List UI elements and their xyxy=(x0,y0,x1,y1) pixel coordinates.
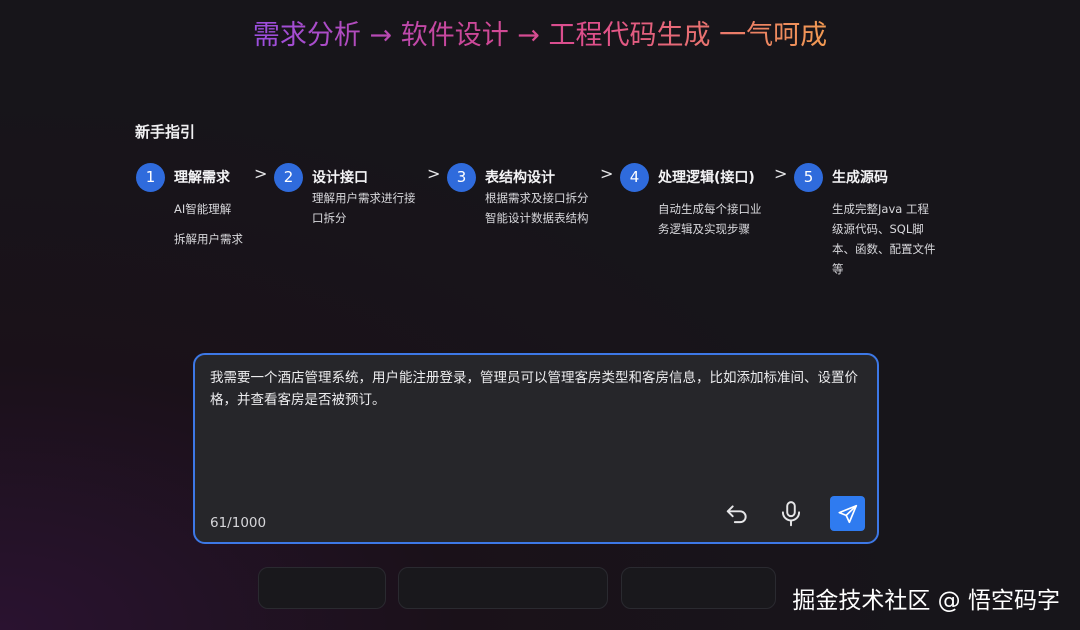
hero-title: 需求分析 → 软件设计 → 工程代码生成 一气呵成 xyxy=(252,20,828,51)
step-number-badge: 5 xyxy=(794,163,823,192)
character-counter: 61/1000 xyxy=(210,515,267,531)
microphone-button[interactable] xyxy=(774,497,808,531)
send-icon xyxy=(837,504,857,523)
step-title: 理解需求 xyxy=(174,170,230,186)
step-title: 表结构设计 xyxy=(485,170,555,186)
suggestion-chip[interactable] xyxy=(621,567,776,609)
undo-button[interactable] xyxy=(720,497,754,531)
undo-icon xyxy=(726,505,747,524)
step-description: 根据需求及接口拆分 智能设计数据表结构 xyxy=(485,191,589,225)
step-title: 生成源码 xyxy=(832,170,888,186)
step-number-badge: 2 xyxy=(274,163,303,192)
step-separator-chevron-icon: > xyxy=(774,164,788,183)
microphone-icon xyxy=(781,501,801,527)
suggestion-chip[interactable] xyxy=(258,567,386,609)
step-description: AI智能理解 拆解用户需求 xyxy=(174,202,243,246)
step-number-badge: 3 xyxy=(447,163,476,192)
step-description: 生成完整Java 工程 级源代码、SQL脚 本、函数、配置文件 等 xyxy=(832,202,936,276)
suggestion-chip[interactable] xyxy=(398,567,608,609)
step-title: 设计接口 xyxy=(312,170,368,186)
step-separator-chevron-icon: > xyxy=(600,164,614,183)
step-number-badge: 1 xyxy=(136,163,165,192)
step-description: 理解用户需求进行接 口拆分 xyxy=(312,191,416,225)
requirement-input-box[interactable]: 我需要一个酒店管理系统，用户能注册登录，管理员可以管理客房类型和客房信息，比如添… xyxy=(193,353,879,544)
step-description: 自动生成每个接口业 务逻辑及实现步骤 xyxy=(658,202,762,236)
send-button[interactable] xyxy=(830,496,865,531)
step-number-badge: 4 xyxy=(620,163,649,192)
step-separator-chevron-icon: > xyxy=(427,164,441,183)
requirement-input-text[interactable]: 我需要一个酒店管理系统，用户能注册登录，管理员可以管理客房类型和客房信息，比如添… xyxy=(210,367,865,411)
step-title: 处理逻辑(接口) xyxy=(658,170,755,186)
step-separator-chevron-icon: > xyxy=(254,164,268,183)
watermark-text: 掘金技术社区 @ 悟空码字 xyxy=(792,588,1060,614)
guide-title: 新手指引 xyxy=(135,123,196,141)
